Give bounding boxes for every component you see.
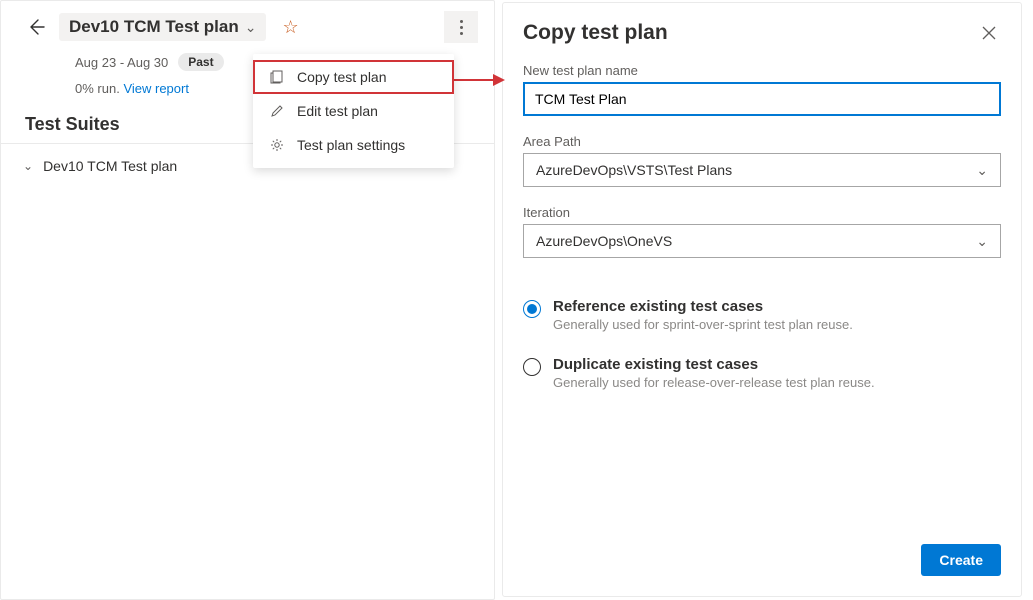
pencil-icon <box>269 103 285 119</box>
name-label: New test plan name <box>523 63 1001 78</box>
option-reference[interactable]: Reference existing test cases Generally … <box>523 298 1001 332</box>
area-path-combo[interactable]: AzureDevOps\VSTS\Test Plans ⌄ <box>523 153 1001 187</box>
gear-icon <box>269 137 285 153</box>
area-path-value: AzureDevOps\VSTS\Test Plans <box>536 162 732 178</box>
iteration-label: Iteration <box>523 205 1001 220</box>
area-label: Area Path <box>523 134 1001 149</box>
menu-item-label: Copy test plan <box>297 69 387 85</box>
copy-test-plan-panel: Copy test plan New test plan name Area P… <box>502 2 1022 597</box>
chevron-down-icon: ⌄ <box>976 162 988 179</box>
option-title: Duplicate existing test cases <box>553 356 875 373</box>
menu-item-label: Test plan settings <box>297 137 405 153</box>
more-actions-button[interactable] <box>444 11 478 43</box>
option-title: Reference existing test cases <box>553 298 853 315</box>
iteration-combo[interactable]: AzureDevOps\OneVS ⌄ <box>523 224 1001 258</box>
arrow-left-icon <box>27 17 47 37</box>
copy-icon <box>269 69 285 85</box>
menu-item-label: Edit test plan <box>297 103 378 119</box>
option-subtitle: Generally used for sprint-over-sprint te… <box>553 317 853 332</box>
create-button[interactable]: Create <box>921 544 1001 576</box>
option-duplicate[interactable]: Duplicate existing test cases Generally … <box>523 356 1001 390</box>
panel-footer: Create <box>921 544 1001 576</box>
favorite-star-icon[interactable]: ☆ <box>282 17 298 38</box>
copy-options: Reference existing test cases Generally … <box>523 298 1001 390</box>
plan-title-chip[interactable]: Dev10 TCM Test plan ⌄ <box>59 13 266 41</box>
back-button[interactable] <box>25 15 49 39</box>
close-button[interactable] <box>977 21 1001 45</box>
kebab-icon <box>460 20 463 35</box>
close-icon <box>982 26 996 40</box>
plan-name-input[interactable] <box>523 82 1001 116</box>
radio-unselected-icon <box>523 358 541 376</box>
chevron-down-icon: ⌄ <box>976 233 988 250</box>
run-percentage: 0% run. <box>75 81 120 96</box>
plan-title: Dev10 TCM Test plan <box>69 17 239 37</box>
view-report-link[interactable]: View report <box>123 81 189 96</box>
menu-edit-test-plan[interactable]: Edit test plan <box>253 94 454 128</box>
menu-test-plan-settings[interactable]: Test plan settings <box>253 128 454 162</box>
panel-header: Copy test plan <box>523 21 1001 45</box>
context-menu: Copy test plan Edit test plan Test plan … <box>253 54 454 168</box>
option-text: Duplicate existing test cases Generally … <box>553 356 875 390</box>
chevron-down-icon: ⌄ <box>245 19 257 36</box>
option-subtitle: Generally used for release-over-release … <box>553 375 875 390</box>
suite-label: Dev10 TCM Test plan <box>43 158 177 174</box>
plan-header: Dev10 TCM Test plan ⌄ ☆ <box>1 1 494 47</box>
chevron-down-icon: ⌄ <box>23 159 33 173</box>
iteration-value: AzureDevOps\OneVS <box>536 233 672 249</box>
radio-selected-icon <box>523 300 541 318</box>
menu-copy-test-plan[interactable]: Copy test plan <box>253 60 454 94</box>
past-pill: Past <box>178 53 223 71</box>
plan-dates: Aug 23 - Aug 30 <box>75 55 168 70</box>
panel-title: Copy test plan <box>523 21 668 45</box>
option-text: Reference existing test cases Generally … <box>553 298 853 332</box>
